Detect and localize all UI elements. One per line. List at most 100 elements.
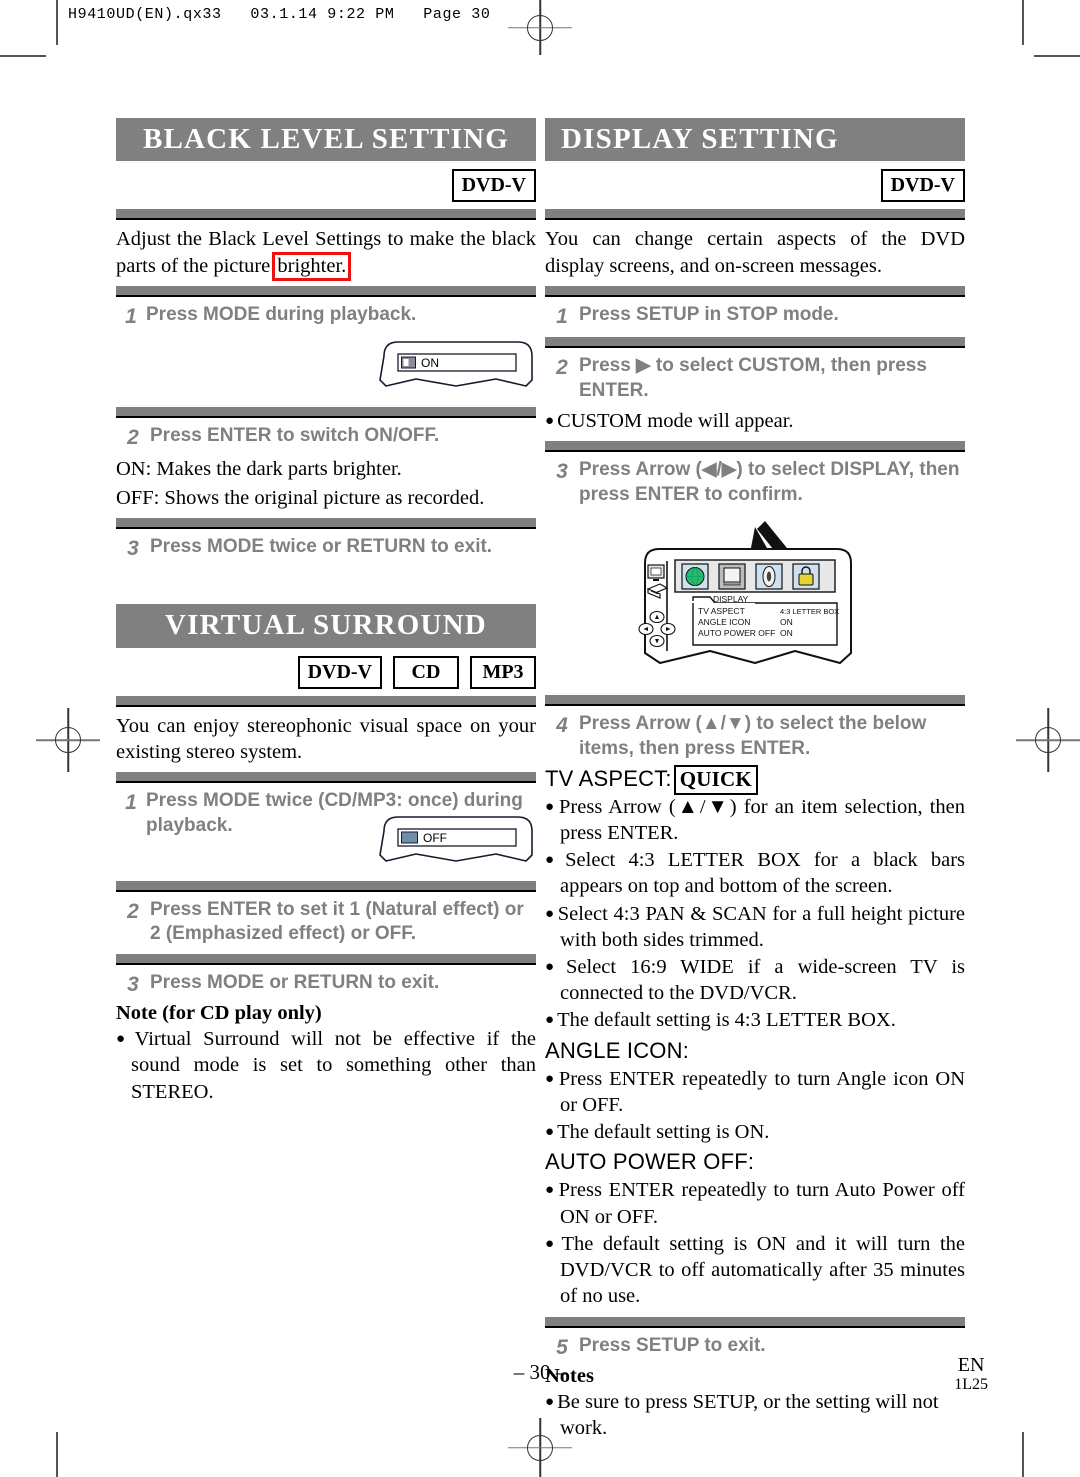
- display-setting-intro: You can change certain aspects of the DV…: [545, 228, 965, 277]
- audio-icon: [755, 563, 783, 590]
- display-custom-bullet: ● CUSTOM mode will appear.: [545, 408, 965, 434]
- step-display-2: 2 Press ▶ to select CUSTOM, then press E…: [545, 354, 965, 403]
- item-heading-angle-icon: ANGLE ICON:: [545, 1037, 690, 1063]
- crop-line-bottom-right-vertical: [1022, 1432, 1024, 1477]
- step-virtual-surround-2: 2 Press ENTER to set it 1 (Natural effec…: [116, 898, 536, 947]
- bullet-dot-icon: ●: [545, 1124, 555, 1141]
- osd-row-value-angle-icon: ON: [780, 617, 793, 627]
- separator: [545, 695, 965, 707]
- separator: [116, 517, 536, 529]
- tv-aspect-bullet-text: The default setting is 4:3 LETTER BOX.: [557, 1009, 896, 1032]
- separator: [545, 1316, 965, 1328]
- tv-aspect-bullet-text: Select 4:3 LETTER BOX for a black bars a…: [560, 849, 966, 898]
- step-text: Press SETUP in STOP mode.: [579, 303, 839, 325]
- step-number: 1: [556, 304, 568, 328]
- osd-row-label-angle-icon: ANGLE ICON: [698, 617, 750, 627]
- step-text: Press MODE during playback.: [146, 303, 417, 325]
- notes-bullet-text: Be sure to press SETUP, or the setting w…: [557, 1390, 939, 1440]
- angle-icon-bullet-text: Press ENTER repeatedly to turn Angle ico…: [558, 1067, 966, 1116]
- osd-row-label-tv-aspect: TV ASPECT: [698, 606, 745, 616]
- separator: [116, 407, 536, 419]
- language-code-block: EN 1L25: [954, 1355, 988, 1394]
- item-heading-tv-aspect: TV ASPECT: QUICK: [545, 764, 965, 795]
- angle-icon-bullet: ● The default setting is ON.: [545, 1119, 965, 1145]
- note-bullet-text: Virtual Surround will not be effective i…: [131, 1028, 536, 1103]
- lock-icon: [792, 563, 820, 590]
- step-text: Press ENTER to switch ON/OFF.: [150, 425, 440, 447]
- bullet-dot-icon: ●: [545, 1393, 555, 1410]
- tv-aspect-bullet-text: Select 16:9 WIDE if a wide-screen TV is …: [560, 955, 965, 1005]
- separator: [545, 209, 965, 221]
- angle-icon-bullet: ● Press ENTER repeatedly to turn Angle ic…: [545, 1066, 965, 1118]
- item-heading-auto-power-off: AUTO POWER OFF:: [545, 1149, 755, 1175]
- crop-line-top-right-horizontal: [1034, 55, 1080, 57]
- step-black-level-2: 2 Press ENTER to switch ON/OFF.: [116, 424, 536, 451]
- black-level-intro: Adjust the Black Level Settings to make …: [116, 226, 536, 282]
- separator: [116, 285, 536, 297]
- section-title-black-level: BLACK LEVEL SETTING: [116, 118, 536, 162]
- separator: [545, 440, 965, 452]
- tv-aspect-bullet: ● Select 4:3 PAN & SCAN for a full height…: [545, 901, 965, 953]
- step-number: 3: [127, 972, 139, 996]
- section-title-display-setting: DISPLAY SETTING: [545, 118, 965, 162]
- page-number: – 30 –: [513, 1360, 567, 1384]
- auto-power-off-bullet: ● The default setting is ON and it will t…: [545, 1231, 965, 1310]
- osd-banner-off-svg: OFF: [379, 815, 533, 862]
- bullet-dot-icon: ●: [116, 1031, 132, 1048]
- osd-figure-virtual-surround: OFF: [116, 809, 536, 867]
- auto-power-off-bullet-text: The default setting is ON and it will tu…: [560, 1232, 966, 1308]
- bullet-dot-icon: ●: [545, 958, 563, 975]
- crop-line-top-right-vertical: [1022, 0, 1024, 45]
- step-black-level-3: 3 Press MODE twice or RETURN to exit.: [116, 535, 536, 562]
- media-badge-mp3: MP3: [470, 655, 536, 689]
- tv-aspect-bullet: ● Select 4:3 LETTER BOX for a black bars …: [545, 847, 965, 899]
- media-badge-dvd-v: DVD-V: [451, 169, 536, 203]
- step-number: 1: [125, 304, 137, 328]
- media-badge-cd: CD: [393, 655, 459, 689]
- step-text: Press Arrow (▲/▼) to select the below it…: [579, 713, 927, 759]
- bullet-dot-icon: ●: [545, 798, 557, 815]
- auto-power-off-bullet: ● Press ENTER repeatedly to turn Auto Pow…: [545, 1177, 965, 1229]
- auto-power-off-bullet-text: Press ENTER repeatedly to turn Auto Powe…: [558, 1179, 965, 1228]
- osd-banner-on-svg: ON: [379, 341, 533, 388]
- tv-monitor-icon: [647, 564, 665, 582]
- step-number: 5: [556, 1335, 568, 1359]
- osd-menu-title: DISPLAY: [713, 594, 749, 604]
- step-text: Press SETUP to exit.: [579, 1334, 766, 1356]
- step-virtual-surround-3: 3 Press MODE or RETURN to exit.: [116, 971, 536, 998]
- step-text: Press MODE twice or RETURN to exit.: [150, 535, 493, 557]
- tv-osd-figure-svg: DISPLAY TV ASPECT 4:3 LETTER BOX ANGLE I…: [638, 521, 852, 665]
- step-number: 3: [127, 536, 139, 560]
- svg-text:ON: ON: [421, 356, 439, 370]
- bullet-dot-icon: ●: [545, 1182, 556, 1199]
- bullet-dot-icon: ●: [545, 1235, 559, 1252]
- step-text: Press ENTER to set it 1 (Natural effect)…: [150, 898, 524, 945]
- tv-aspect-bullet-text: Press Arrow (▲/▼) for an item selection,…: [559, 795, 966, 844]
- prepress-slug: H9410UD(EN).qx33 03.1.14 9:22 PM Page 30: [68, 6, 491, 23]
- left-column: BLACK LEVEL SETTING DVD-V Adjust the Bla…: [116, 118, 536, 1106]
- step-number: 2: [127, 899, 139, 923]
- step-display-1: 1 Press SETUP in STOP mode.: [545, 303, 965, 330]
- tv-aspect-bullet: ● Press Arrow (▲/▼) for an item selection…: [545, 794, 965, 846]
- black-level-off-desc: OFF: Shows the original picture as recor…: [116, 486, 485, 509]
- tv-aspect-bullet: ● The default setting is 4:3 LETTER BOX.: [545, 1007, 965, 1033]
- media-badge-dvd-v: DVD-V: [880, 169, 965, 203]
- separator: [116, 880, 536, 892]
- step-number: 2: [127, 426, 139, 450]
- section-title-virtual-surround: VIRTUAL SURROUND: [116, 604, 536, 648]
- bullet-dot-icon: ●: [545, 1070, 556, 1087]
- display-custom-bullet-text: CUSTOM mode will appear.: [557, 409, 794, 432]
- separator: [116, 695, 536, 707]
- document-code: 1L25: [954, 1376, 988, 1393]
- svg-text:OFF: OFF: [423, 831, 447, 845]
- step-text: Press ▶ to select CUSTOM, then press ENT…: [579, 355, 927, 401]
- osd-row-value-auto-power-off: ON: [780, 628, 793, 638]
- crop-line-bottom-left-vertical: [56, 1432, 58, 1477]
- step-display-3: 3 Press Arrow (◀/▶) to select DISPLAY, t…: [545, 458, 965, 507]
- highlight-brighter: brighter.: [272, 251, 352, 282]
- note-bullet: ● Virtual Surround will not be effective …: [116, 1026, 536, 1105]
- bullet-dot-icon: ●: [545, 1012, 555, 1029]
- separator: [116, 953, 536, 965]
- boxed-quick-label: QUICK: [673, 764, 758, 795]
- separator: [116, 772, 536, 784]
